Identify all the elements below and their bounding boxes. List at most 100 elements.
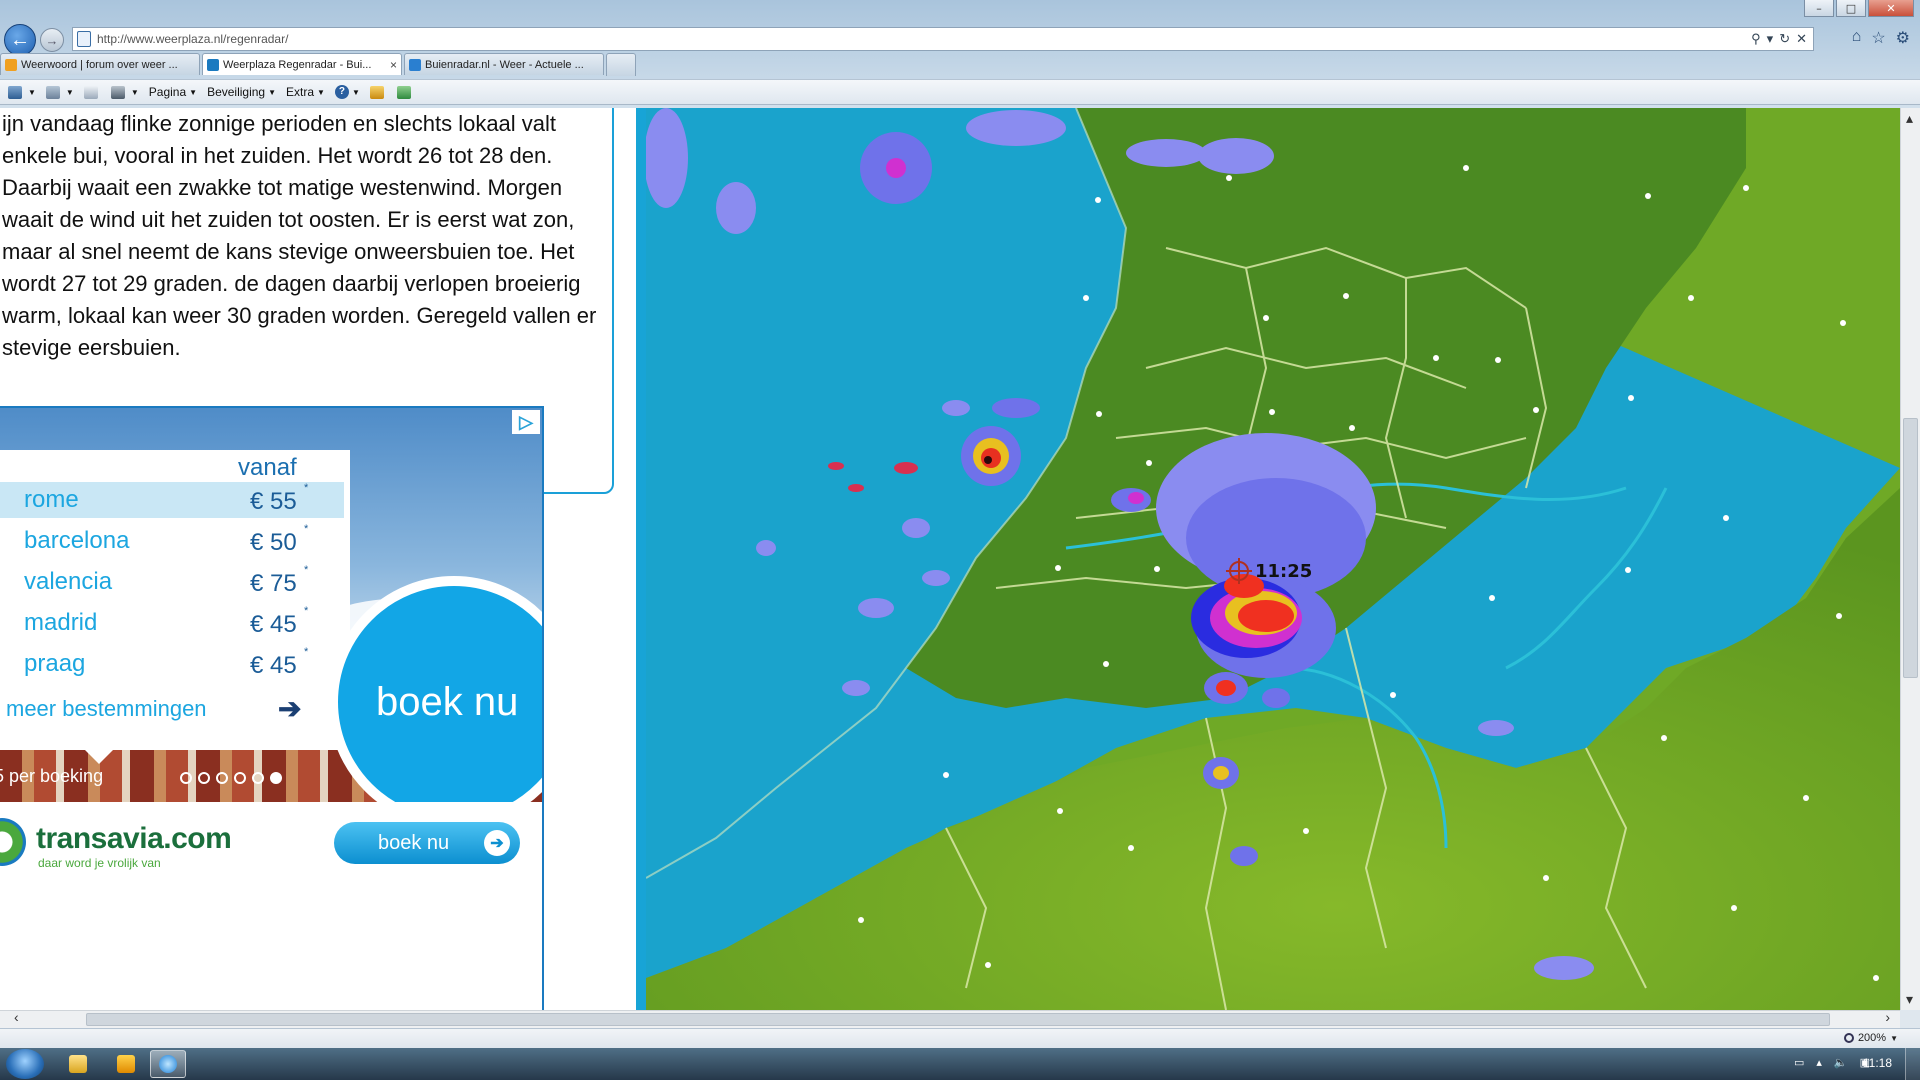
home-menu[interactable]: ▼ <box>8 85 36 99</box>
page-menu[interactable]: Pagina ▼ <box>149 85 197 99</box>
horizontal-scroll-thumb[interactable] <box>86 1013 1830 1026</box>
address-text[interactable]: http://www.weerplaza.nl/regenradar/ <box>97 32 1751 46</box>
refresh-icon[interactable]: ↻ <box>1779 31 1790 47</box>
close-window-button[interactable]: ✕ <box>1868 0 1914 17</box>
tab-title: Weerwoord | forum over weer ... <box>21 58 178 71</box>
new-tab-button[interactable] <box>606 53 636 76</box>
destination-name: valencia <box>24 568 113 595</box>
tab-weerwoord[interactable]: Weerwoord | forum over weer ... <box>0 53 200 75</box>
carousel-dot[interactable] <box>234 772 246 784</box>
search-icon[interactable]: ⚲ <box>1751 31 1761 47</box>
home-icon <box>8 85 22 99</box>
destination-price: € 45 <box>250 652 297 679</box>
weerplaza-favicon-icon <box>207 58 219 71</box>
boek-nu-button[interactable]: boek nu ➔ <box>334 822 520 864</box>
volume-icon[interactable]: 🔈 <box>1834 1056 1848 1069</box>
price-footnote: * <box>304 646 309 658</box>
arrow-right-icon[interactable]: ➔ <box>278 692 301 725</box>
taskbar-outlook[interactable] <box>108 1050 144 1078</box>
back-button[interactable]: ← <box>4 24 36 56</box>
extra-menu-label: Extra <box>286 85 315 99</box>
carousel-dot[interactable] <box>252 772 264 784</box>
ad-footer: transavia.com daar word je vrolijk van b… <box>0 802 542 906</box>
print-menu[interactable]: ▼ <box>110 85 139 99</box>
show-desktop-button[interactable] <box>1905 1048 1920 1080</box>
caret-icon: ▼ <box>130 87 139 97</box>
maximize-button[interactable]: □ <box>1836 0 1866 17</box>
page-icon <box>77 31 91 47</box>
status-bar: 200% ▼ <box>0 1028 1920 1048</box>
horizontal-scrollbar[interactable]: ‹ › <box>0 1009 1900 1028</box>
carousel-dot[interactable] <box>198 772 210 784</box>
window-controls: – □ ✕ <box>1804 0 1914 17</box>
carousel-dot[interactable] <box>180 772 192 784</box>
tab-buienradar[interactable]: Buienradar.nl - Weer - Actuele ... <box>404 53 604 75</box>
command-bar: ▼ ▼ ▼ Pagina ▼ Beveiliging ▼ Extra ▼ ? ▼ <box>0 79 1920 105</box>
security-menu[interactable]: Beveiliging ▼ <box>207 85 276 99</box>
favorites-star-icon[interactable]: ☆ <box>1871 28 1885 48</box>
price-footnote: * <box>304 482 309 494</box>
dropdown-icon[interactable]: ▾ <box>1767 31 1774 47</box>
destination-price: € 55 <box>250 488 297 515</box>
destination-row-rome[interactable]: rome € 55 * <box>0 482 344 518</box>
destination-name: praag <box>24 650 86 677</box>
address-bar[interactable]: http://www.weerplaza.nl/regenradar/ ⚲ ▾ … <box>72 27 1814 51</box>
taskbar-internet-explorer[interactable] <box>150 1050 186 1078</box>
radar-map[interactable]: 11:25 <box>646 108 1900 1010</box>
destination-row-praag[interactable]: praag € 45 * <box>0 646 344 682</box>
vertical-scroll-thumb[interactable] <box>1903 418 1918 678</box>
forward-button[interactable]: → <box>40 28 64 52</box>
vertical-scrollbar[interactable]: ▴ ▾ <box>1900 108 1920 1010</box>
action-center-icon[interactable]: ▭ <box>1794 1056 1804 1069</box>
destination-row-barcelona[interactable]: barcelona € 50 * <box>0 523 344 559</box>
zoom-control[interactable]: 200% ▼ <box>1843 1032 1898 1044</box>
tab-title: Weerplaza Regenradar - Bui... <box>223 58 372 71</box>
caret-icon: ▼ <box>317 87 325 97</box>
clock: 11:18 <box>1862 1056 1892 1070</box>
caret-icon: ▼ <box>65 87 74 97</box>
onenote-button[interactable] <box>396 85 414 99</box>
tab-weerplaza[interactable]: Weerplaza Regenradar - Bui... × <box>202 53 402 75</box>
scroll-up-icon[interactable]: ▴ <box>1906 110 1913 127</box>
more-destinations-link[interactable]: meer bestemmingen <box>6 696 207 722</box>
transavia-logo-icon <box>0 818 26 866</box>
show-hidden-icons[interactable]: ▴ <box>1816 1056 1822 1069</box>
system-tray: ▭ ▴ 🔈 ▣ <box>1794 1056 1870 1069</box>
destination-row-valencia[interactable]: valencia € 75 * <box>0 564 344 600</box>
research-icon <box>369 85 384 99</box>
carousel-dot[interactable] <box>216 772 228 784</box>
start-button[interactable] <box>6 1049 44 1079</box>
feeds-menu[interactable]: ▼ <box>45 85 74 99</box>
radar-timestamp: 11:25 <box>1255 561 1312 582</box>
extra-menu[interactable]: Extra ▼ <box>286 85 325 99</box>
boek-nu-button-label: boek nu <box>378 831 450 854</box>
stop-icon[interactable]: ✕ <box>1796 31 1807 47</box>
scroll-left-icon[interactable]: ‹ <box>14 1009 19 1025</box>
carousel-dot-active[interactable] <box>270 772 282 784</box>
buienradar-favicon-icon <box>409 58 421 71</box>
carousel-dots <box>180 772 282 784</box>
tab-close-icon[interactable]: × <box>390 58 397 72</box>
caret-icon: ▼ <box>351 87 360 97</box>
arrow-right-icon: → <box>45 32 59 48</box>
scroll-down-icon[interactable]: ▾ <box>1906 991 1913 1008</box>
transavia-ad[interactable]: ▷ vanaf rome € 55 * barcelona € 50 * val… <box>0 406 544 1010</box>
gear-icon[interactable]: ⚙ <box>1896 28 1910 48</box>
price-footnote: * <box>304 564 309 576</box>
destination-row-madrid[interactable]: madrid € 45 * <box>0 605 344 641</box>
destination-name: rome <box>24 486 79 513</box>
mail-button[interactable] <box>83 85 101 99</box>
page-menu-label: Pagina <box>148 85 187 99</box>
minimize-button[interactable]: – <box>1804 0 1834 17</box>
help-icon: ? <box>334 85 349 99</box>
research-button[interactable] <box>369 85 387 99</box>
onenote-icon <box>396 85 411 99</box>
brand-name: transavia.com <box>36 822 232 855</box>
home-icon[interactable]: ⌂ <box>1852 28 1862 48</box>
adchoices-icon[interactable]: ▷ <box>512 410 540 434</box>
mail-icon <box>83 85 98 99</box>
destination-name: madrid <box>24 609 98 636</box>
help-menu[interactable]: ? ▼ <box>334 85 360 99</box>
scroll-right-icon[interactable]: › <box>1885 1009 1890 1025</box>
taskbar-explorer[interactable] <box>60 1050 96 1078</box>
